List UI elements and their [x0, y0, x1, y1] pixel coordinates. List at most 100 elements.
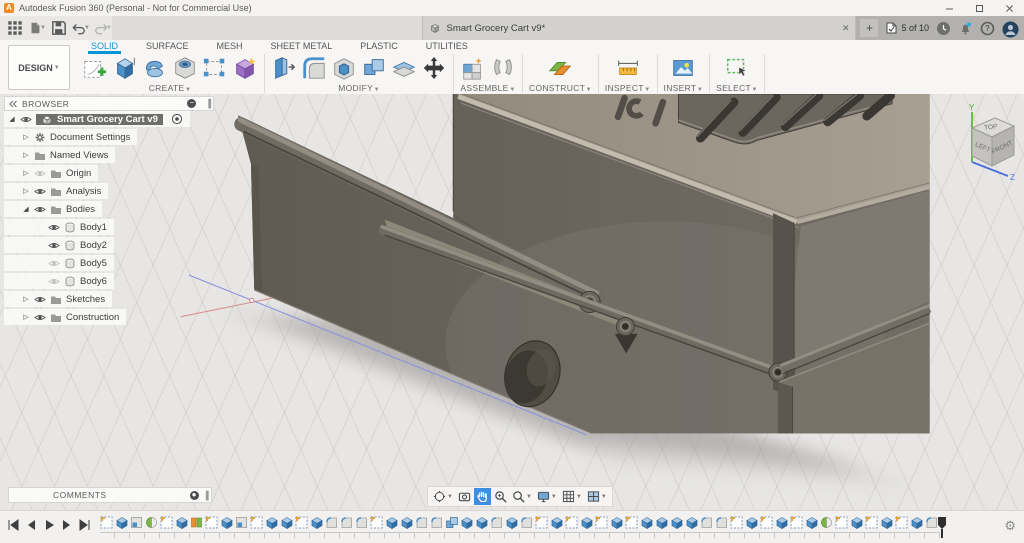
node-label[interactable]: Body6: [80, 276, 107, 287]
select-icon[interactable]: [724, 55, 750, 81]
insert-image-icon[interactable]: [670, 55, 696, 81]
timeline-shell-icon[interactable]: [235, 516, 248, 529]
viewport-3d[interactable]: BROWSER − ▐ ◢ Smart Grocery Cart v9 ▷ Docum…: [0, 94, 1024, 510]
timeline-settings-gear-icon[interactable]: ⚙: [1004, 519, 1016, 532]
node-label[interactable]: Named Views: [50, 150, 108, 161]
timeline-extrude-icon[interactable]: [685, 516, 698, 529]
expander-closed-icon[interactable]: ▷: [22, 151, 30, 159]
timeline-extrude-icon[interactable]: [475, 516, 488, 529]
node[interactable]: Sketches: [50, 294, 105, 305]
expander-closed-icon[interactable]: ▷: [22, 169, 30, 177]
maximize-icon[interactable]: [964, 1, 994, 16]
browser-row-body5[interactable]: Body5: [4, 255, 114, 271]
expander-closed-icon[interactable]: ▷: [22, 313, 30, 321]
ribbon-tab-solid[interactable]: SOLID: [88, 40, 122, 54]
timeline-skip-start-icon[interactable]: [6, 518, 20, 532]
visibility-eye-icon[interactable]: [34, 205, 46, 214]
ribbon-group-label[interactable]: INSERT ▼: [664, 83, 704, 93]
node[interactable]: Construction: [50, 312, 119, 323]
press-pull-icon[interactable]: [271, 55, 297, 81]
timeline-mirror-icon[interactable]: [145, 516, 158, 529]
timeline-sketch-icon[interactable]: [295, 516, 308, 529]
construct-plane-icon[interactable]: [547, 55, 573, 81]
timeline-extrude-icon[interactable]: [655, 516, 668, 529]
timeline-extrude-icon[interactable]: [640, 516, 653, 529]
nav-orbit-icon[interactable]: ▼: [431, 488, 455, 505]
visibility-eye-icon[interactable]: [34, 187, 46, 196]
timeline-fillet-icon[interactable]: [520, 516, 533, 529]
ribbon-tab-mesh[interactable]: MESH: [214, 40, 246, 54]
browser-row-body6[interactable]: Body6: [4, 273, 114, 289]
apps-grid-icon[interactable]: [6, 19, 24, 37]
view-cube-body[interactable]: TOP LEFT FRONT: [970, 117, 1016, 167]
node-label[interactable]: Bodies: [66, 204, 95, 215]
timeline-fillet-icon[interactable]: [430, 516, 443, 529]
expander-open-icon[interactable]: ◢: [22, 205, 30, 213]
node-label[interactable]: Origin: [66, 168, 91, 179]
browser-row-bodies[interactable]: ◢ Bodies: [4, 201, 103, 217]
job-status[interactable]: 5 of 10: [885, 22, 929, 34]
browser-row-smart-grocery-cart-v9[interactable]: ◢ Smart Grocery Cart v9: [4, 111, 190, 127]
workspace-selector[interactable]: DESIGN ▼: [8, 45, 70, 90]
visibility-eye-icon[interactable]: [34, 313, 46, 322]
timeline-extrude-icon[interactable]: [880, 516, 893, 529]
timeline-sketch-icon[interactable]: [205, 516, 218, 529]
visibility-eye-icon[interactable]: [34, 295, 46, 304]
timeline-combine-icon[interactable]: [445, 516, 458, 529]
timeline-extrude-icon[interactable]: [460, 516, 473, 529]
node[interactable]: Analysis: [50, 186, 101, 197]
timeline-fillet-icon[interactable]: [340, 516, 353, 529]
timeline-extrude-icon[interactable]: [850, 516, 863, 529]
timeline-sketch-icon[interactable]: [790, 516, 803, 529]
form-box-icon[interactable]: [202, 55, 228, 81]
timeline-extrude-icon[interactable]: [220, 516, 233, 529]
timeline-extrude-icon[interactable]: [400, 516, 413, 529]
timeline-shell-icon[interactable]: [130, 516, 143, 529]
timeline-step-back-icon[interactable]: [24, 518, 38, 532]
node-label[interactable]: Body1: [80, 222, 107, 233]
node[interactable]: Body1: [64, 222, 107, 233]
timeline-sketch-icon[interactable]: [625, 516, 638, 529]
panel-options-icon[interactable]: −: [187, 99, 197, 108]
redo-icon[interactable]: ▼: [94, 19, 112, 37]
nav-fit-icon[interactable]: ▼: [510, 488, 534, 505]
node[interactable]: Bodies: [50, 204, 95, 215]
visibility-eye-icon[interactable]: [48, 241, 60, 250]
node-label[interactable]: Sketches: [66, 294, 105, 305]
nav-look-at-icon[interactable]: [456, 488, 473, 505]
create-form-icon[interactable]: [232, 55, 258, 81]
timeline-fillet-icon[interactable]: [355, 516, 368, 529]
browser-row-body1[interactable]: Body1: [4, 219, 114, 235]
browser-row-document-settings[interactable]: ▷ Document Settings: [4, 129, 138, 145]
browser-header[interactable]: BROWSER − ▐: [4, 96, 214, 111]
browser-row-construction[interactable]: ▷ Construction: [4, 309, 127, 325]
expander-closed-icon[interactable]: ▷: [22, 133, 30, 141]
new-component-icon[interactable]: [460, 55, 486, 81]
ribbon-group-label[interactable]: ASSEMBLE ▼: [460, 83, 515, 93]
tab-close-icon[interactable]: ✕: [842, 23, 850, 34]
view-cube[interactable]: Y Z TOP LEFT FRONT: [950, 100, 1022, 182]
timeline-mirror-icon[interactable]: [190, 516, 203, 529]
node-label[interactable]: Document Settings: [50, 132, 130, 143]
close-icon[interactable]: [994, 1, 1024, 16]
timeline-marker[interactable]: [936, 515, 948, 539]
timeline-step-forward-icon[interactable]: [60, 518, 74, 532]
node[interactable]: Origin: [50, 168, 91, 179]
undo-icon[interactable]: ▼: [72, 19, 90, 37]
new-tab-button[interactable]: +: [860, 19, 879, 37]
timeline-extrude-icon[interactable]: [745, 516, 758, 529]
timeline-fillet-icon[interactable]: [700, 516, 713, 529]
timeline-sketch-icon[interactable]: [895, 516, 908, 529]
timeline-extrude-icon[interactable]: [505, 516, 518, 529]
ribbon-group-label[interactable]: CONSTRUCT ▼: [529, 83, 592, 93]
fillet-icon[interactable]: [301, 55, 327, 81]
timeline-extrude-icon[interactable]: [265, 516, 278, 529]
ribbon-group-label[interactable]: SELECT ▼: [716, 83, 758, 93]
timeline-extrude-icon[interactable]: [385, 516, 398, 529]
timeline-fillet-icon[interactable]: [490, 516, 503, 529]
timeline-sketch-icon[interactable]: [370, 516, 383, 529]
ribbon-group-label[interactable]: INSPECT ▼: [605, 83, 651, 93]
ribbon-tab-surface[interactable]: SURFACE: [143, 40, 192, 54]
timeline-sketch-icon[interactable]: [535, 516, 548, 529]
timeline-sketch-icon[interactable]: [835, 516, 848, 529]
